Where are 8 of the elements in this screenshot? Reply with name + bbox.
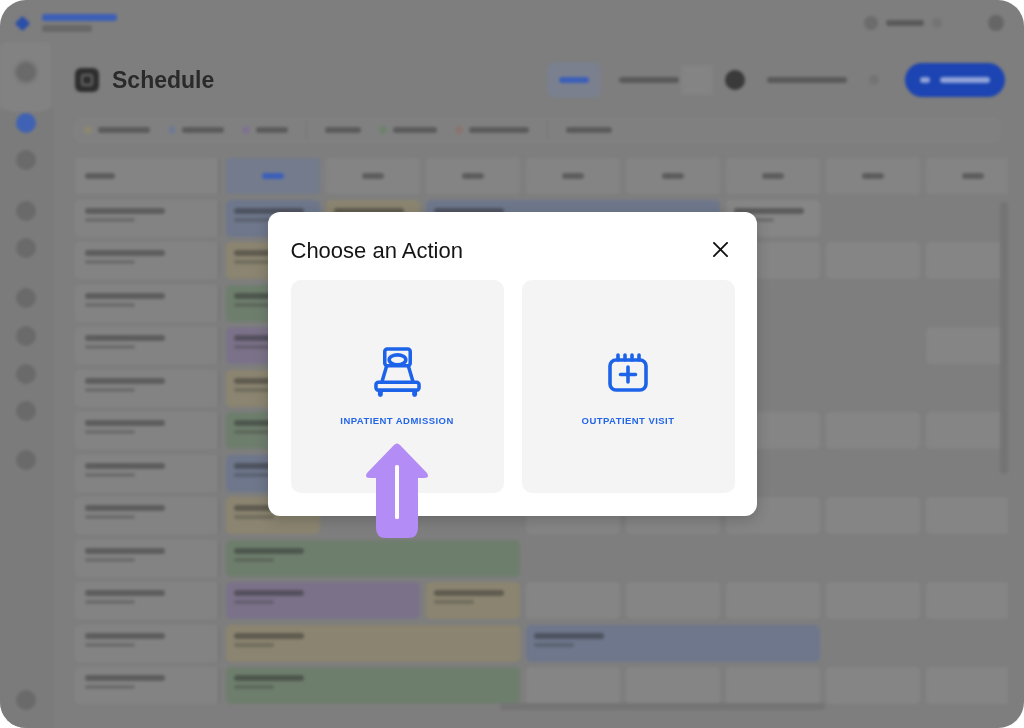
bed-icon — [373, 346, 421, 398]
action-card[interactable]: OUTPATIENT VISIT — [521, 280, 735, 493]
page-title-icon — [75, 68, 99, 92]
dialog-title: Choose an Action — [290, 237, 463, 265]
close-icon — [713, 241, 728, 257]
page-title: Schedule — [112, 66, 215, 94]
action-card[interactable]: INPATIENT ADMISSION — [290, 280, 504, 493]
calendar-plus-icon — [608, 352, 648, 392]
